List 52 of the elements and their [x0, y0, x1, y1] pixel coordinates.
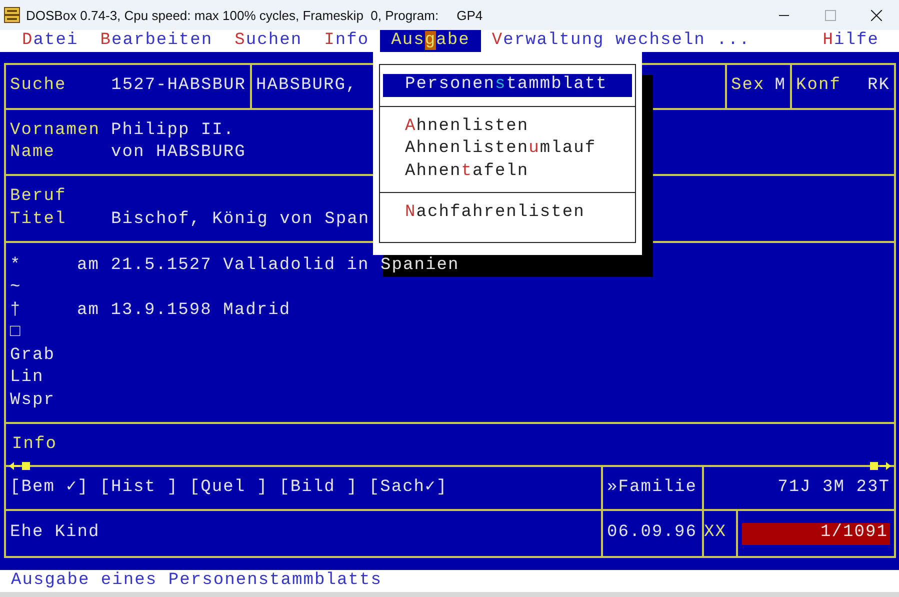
scroll-left-icon[interactable]	[8, 460, 32, 472]
field-value: Bischof, König von Span	[111, 208, 370, 231]
event-label: *	[10, 254, 22, 277]
name-preview: HABSBURG,	[256, 75, 358, 98]
field-label: Suche	[10, 75, 66, 98]
event-value: am 13.9.1598 Madrid	[77, 300, 291, 322]
marker-text: XX	[704, 522, 726, 544]
field-value: Philipp II.	[111, 120, 235, 142]
field-label: Beruf	[10, 186, 68, 208]
field-label: Vornamen	[10, 120, 101, 142]
field-label: Name	[10, 142, 56, 164]
window-title: DOSBox 0.74-3, Cpu speed: max 100% cycles, Frameskip 0, Program: GP4	[26, 8, 484, 22]
event-label: ~	[10, 277, 22, 300]
menu-item[interactable]: Aus gabe	[380, 30, 481, 52]
record-counter: 1/1091	[742, 522, 890, 545]
event-label: Lin	[10, 367, 45, 390]
close-icon[interactable]	[870, 10, 882, 20]
dropdown-item[interactable]: Ahnenlisten umlauf	[383, 138, 632, 160]
flag-toggle[interactable]: [Bild ]	[279, 476, 358, 500]
menu-item[interactable]: I nfo	[313, 30, 380, 52]
dropdown-item[interactable]: Personen s tammblatt	[383, 74, 632, 96]
event-label: †	[10, 300, 22, 322]
menu-item[interactable]: Hilfe	[812, 30, 890, 52]
relation-label: Kind	[54, 522, 100, 544]
field-value: RK	[868, 75, 890, 98]
dropdown-item[interactable]: Ahnen t afeln	[383, 160, 632, 183]
app-icon	[4, 7, 20, 23]
date-value: 06.09.96	[607, 522, 697, 544]
event-label: Grab	[10, 344, 56, 367]
scroll-right-icon[interactable]	[868, 460, 892, 472]
flag-toggle[interactable]: [Quel ]	[189, 476, 268, 500]
dropdown-item[interactable]: Ahnenlisten	[383, 116, 632, 138]
field-label: Konf	[796, 75, 841, 98]
relation-label: Ehe	[10, 522, 44, 544]
field-value: von HABSBURG	[111, 142, 246, 164]
event-label: □	[10, 322, 22, 344]
field-value: M	[774, 75, 786, 98]
menu-item[interactable]: Verwaltung wechseln ...	[480, 30, 762, 52]
field-label: Titel	[10, 208, 68, 231]
event-label: Wspr	[10, 390, 56, 412]
menu-item[interactable]: Suchen	[224, 30, 314, 52]
age-value: 71J 3M 23T	[778, 476, 890, 499]
family-link[interactable]: »Familie	[607, 476, 697, 500]
dropdown-item[interactable]: Nachfahrenlisten	[383, 202, 632, 224]
menu-item[interactable]: Datei	[11, 30, 90, 52]
menu-item[interactable]: Bearbeiten	[89, 30, 224, 52]
search-value: 1527-HABSBUR	[111, 75, 246, 98]
flag-toggle[interactable]: [Sach✓]	[368, 476, 448, 500]
flag-toggle[interactable]: [Hist ]	[100, 476, 178, 500]
info-label: Info	[12, 435, 57, 454]
flag-toggle[interactable]: [Bem ✓]	[10, 476, 89, 500]
field-label: Sex	[731, 75, 765, 98]
